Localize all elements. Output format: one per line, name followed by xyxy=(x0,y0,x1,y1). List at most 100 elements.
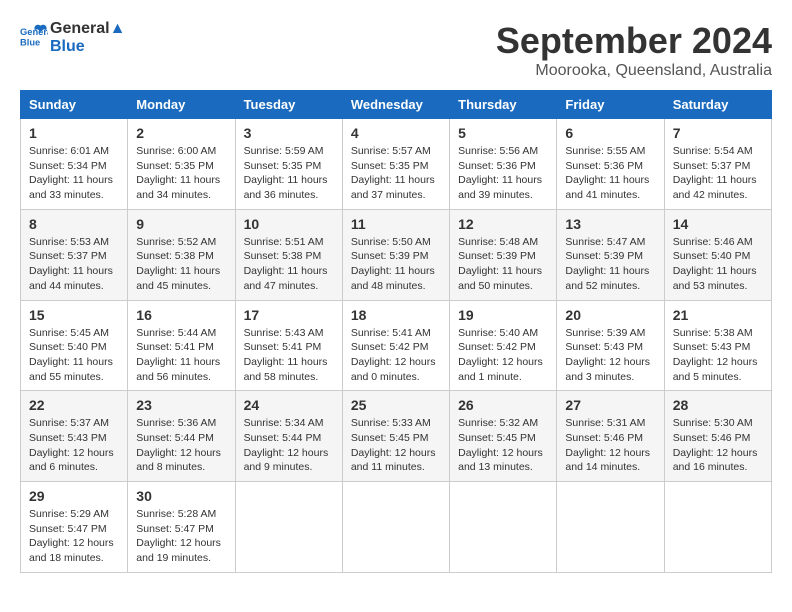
calendar-cell: 20 Sunrise: 5:39 AM Sunset: 5:43 PM Dayli… xyxy=(557,300,664,391)
logo: General Blue General▲ Blue xyxy=(20,20,125,55)
calendar-cell xyxy=(450,482,557,573)
calendar-cell: 30 Sunrise: 5:28 AM Sunset: 5:47 PM Dayli… xyxy=(128,482,235,573)
day-info: Sunrise: 5:31 AM Sunset: 5:46 PM Dayligh… xyxy=(565,416,655,475)
calendar-body: 1Sunrise: 6:01 AM Sunset: 5:34 PM Daylig… xyxy=(21,119,772,573)
day-number: 24 xyxy=(244,397,334,413)
calendar-cell: 3 Sunrise: 5:59 AM Sunset: 5:35 PM Daylig… xyxy=(235,119,342,210)
calendar-header-row: SundayMondayTuesdayWednesdayThursdayFrid… xyxy=(21,91,772,119)
day-number: 3 xyxy=(244,125,334,141)
calendar-cell: 10 Sunrise: 5:51 AM Sunset: 5:38 PM Dayli… xyxy=(235,209,342,300)
calendar-cell: 27Sunrise: 5:31 AM Sunset: 5:46 PM Dayli… xyxy=(557,391,664,482)
weekday-header-wednesday: Wednesday xyxy=(342,91,449,119)
calendar-cell: 17Sunrise: 5:43 AM Sunset: 5:41 PM Dayli… xyxy=(235,300,342,391)
day-number: 12 xyxy=(458,216,548,232)
calendar-cell xyxy=(235,482,342,573)
day-number: 5 xyxy=(458,125,548,141)
day-info: Sunrise: 5:30 AM Sunset: 5:46 PM Dayligh… xyxy=(673,416,763,475)
calendar-cell: 8 Sunrise: 5:53 AM Sunset: 5:37 PM Daylig… xyxy=(21,209,128,300)
day-number: 22 xyxy=(29,397,119,413)
day-number: 29 xyxy=(29,488,119,504)
day-number: 28 xyxy=(673,397,763,413)
weekday-header-sunday: Sunday xyxy=(21,91,128,119)
day-info: Sunrise: 5:41 AM Sunset: 5:42 PM Dayligh… xyxy=(351,326,441,385)
calendar-cell xyxy=(342,482,449,573)
day-number: 16 xyxy=(136,307,226,323)
location: Moorooka, Queensland, Australia xyxy=(496,62,772,80)
day-number: 21 xyxy=(673,307,763,323)
calendar-week-row: 1Sunrise: 6:01 AM Sunset: 5:34 PM Daylig… xyxy=(21,119,772,210)
day-number: 20 xyxy=(565,307,655,323)
calendar-cell: 1Sunrise: 6:01 AM Sunset: 5:34 PM Daylig… xyxy=(21,119,128,210)
day-number: 4 xyxy=(351,125,441,141)
calendar-cell: 13 Sunrise: 5:47 AM Sunset: 5:39 PM Dayli… xyxy=(557,209,664,300)
month-title: September 2024 xyxy=(496,20,772,62)
day-info: Sunrise: 5:33 AM Sunset: 5:45 PM Dayligh… xyxy=(351,416,441,475)
calendar-cell: 11Sunrise: 5:50 AM Sunset: 5:39 PM Dayli… xyxy=(342,209,449,300)
day-info: Sunrise: 5:52 AM Sunset: 5:38 PM Dayligh… xyxy=(136,235,226,294)
calendar-cell: 15 Sunrise: 5:45 AM Sunset: 5:40 PM Dayli… xyxy=(21,300,128,391)
calendar-cell: 7Sunrise: 5:54 AM Sunset: 5:37 PM Daylig… xyxy=(664,119,771,210)
day-info: Sunrise: 5:37 AM Sunset: 5:43 PM Dayligh… xyxy=(29,416,119,475)
day-info: Sunrise: 5:47 AM Sunset: 5:39 PM Dayligh… xyxy=(565,235,655,294)
calendar-cell: 28 Sunrise: 5:30 AM Sunset: 5:46 PM Dayli… xyxy=(664,391,771,482)
calendar-week-row: 15 Sunrise: 5:45 AM Sunset: 5:40 PM Dayli… xyxy=(21,300,772,391)
calendar-cell: 26 Sunrise: 5:32 AM Sunset: 5:45 PM Dayli… xyxy=(450,391,557,482)
calendar-cell: 24 Sunrise: 5:34 AM Sunset: 5:44 PM Dayli… xyxy=(235,391,342,482)
calendar-cell xyxy=(557,482,664,573)
weekday-header-monday: Monday xyxy=(128,91,235,119)
day-number: 25 xyxy=(351,397,441,413)
day-info: Sunrise: 6:01 AM Sunset: 5:34 PM Dayligh… xyxy=(29,144,119,203)
day-number: 14 xyxy=(673,216,763,232)
day-number: 26 xyxy=(458,397,548,413)
calendar-cell: 14Sunrise: 5:46 AM Sunset: 5:40 PM Dayli… xyxy=(664,209,771,300)
day-info: Sunrise: 5:40 AM Sunset: 5:42 PM Dayligh… xyxy=(458,326,548,385)
weekday-header-saturday: Saturday xyxy=(664,91,771,119)
weekday-header-friday: Friday xyxy=(557,91,664,119)
day-info: Sunrise: 5:59 AM Sunset: 5:35 PM Dayligh… xyxy=(244,144,334,203)
calendar-table: SundayMondayTuesdayWednesdayThursdayFrid… xyxy=(20,90,772,573)
day-info: Sunrise: 5:48 AM Sunset: 5:39 PM Dayligh… xyxy=(458,235,548,294)
day-info: Sunrise: 6:00 AM Sunset: 5:35 PM Dayligh… xyxy=(136,144,226,203)
logo-icon: General Blue xyxy=(20,21,48,49)
day-info: Sunrise: 5:44 AM Sunset: 5:41 PM Dayligh… xyxy=(136,326,226,385)
day-number: 18 xyxy=(351,307,441,323)
day-number: 15 xyxy=(29,307,119,323)
day-info: Sunrise: 5:34 AM Sunset: 5:44 PM Dayligh… xyxy=(244,416,334,475)
day-info: Sunrise: 5:45 AM Sunset: 5:40 PM Dayligh… xyxy=(29,326,119,385)
page-header: General Blue General▲ Blue September 202… xyxy=(20,20,772,80)
calendar-week-row: 8 Sunrise: 5:53 AM Sunset: 5:37 PM Daylig… xyxy=(21,209,772,300)
calendar-cell: 22 Sunrise: 5:37 AM Sunset: 5:43 PM Dayli… xyxy=(21,391,128,482)
weekday-header-thursday: Thursday xyxy=(450,91,557,119)
calendar-week-row: 22 Sunrise: 5:37 AM Sunset: 5:43 PM Dayli… xyxy=(21,391,772,482)
calendar-cell: 9 Sunrise: 5:52 AM Sunset: 5:38 PM Daylig… xyxy=(128,209,235,300)
day-number: 23 xyxy=(136,397,226,413)
day-number: 10 xyxy=(244,216,334,232)
day-number: 2 xyxy=(136,125,226,141)
day-info: Sunrise: 5:39 AM Sunset: 5:43 PM Dayligh… xyxy=(565,326,655,385)
day-number: 17 xyxy=(244,307,334,323)
day-info: Sunrise: 5:53 AM Sunset: 5:37 PM Dayligh… xyxy=(29,235,119,294)
calendar-cell: 16 Sunrise: 5:44 AM Sunset: 5:41 PM Dayli… xyxy=(128,300,235,391)
calendar-cell: 29Sunrise: 5:29 AM Sunset: 5:47 PM Dayli… xyxy=(21,482,128,573)
day-number: 9 xyxy=(136,216,226,232)
calendar-week-row: 29Sunrise: 5:29 AM Sunset: 5:47 PM Dayli… xyxy=(21,482,772,573)
svg-text:Blue: Blue xyxy=(20,37,40,47)
day-info: Sunrise: 5:51 AM Sunset: 5:38 PM Dayligh… xyxy=(244,235,334,294)
day-number: 30 xyxy=(136,488,226,504)
day-info: Sunrise: 5:56 AM Sunset: 5:36 PM Dayligh… xyxy=(458,144,548,203)
weekday-header-tuesday: Tuesday xyxy=(235,91,342,119)
day-info: Sunrise: 5:32 AM Sunset: 5:45 PM Dayligh… xyxy=(458,416,548,475)
day-info: Sunrise: 5:36 AM Sunset: 5:44 PM Dayligh… xyxy=(136,416,226,475)
calendar-cell: 21Sunrise: 5:38 AM Sunset: 5:43 PM Dayli… xyxy=(664,300,771,391)
day-number: 6 xyxy=(565,125,655,141)
calendar-cell: 18 Sunrise: 5:41 AM Sunset: 5:42 PM Dayli… xyxy=(342,300,449,391)
day-info: Sunrise: 5:55 AM Sunset: 5:36 PM Dayligh… xyxy=(565,144,655,203)
calendar-cell: 19 Sunrise: 5:40 AM Sunset: 5:42 PM Dayli… xyxy=(450,300,557,391)
day-number: 13 xyxy=(565,216,655,232)
calendar-cell xyxy=(664,482,771,573)
day-info: Sunrise: 5:28 AM Sunset: 5:47 PM Dayligh… xyxy=(136,507,226,566)
calendar-cell: 25 Sunrise: 5:33 AM Sunset: 5:45 PM Dayli… xyxy=(342,391,449,482)
day-number: 19 xyxy=(458,307,548,323)
calendar-cell: 6 Sunrise: 5:55 AM Sunset: 5:36 PM Daylig… xyxy=(557,119,664,210)
day-number: 8 xyxy=(29,216,119,232)
